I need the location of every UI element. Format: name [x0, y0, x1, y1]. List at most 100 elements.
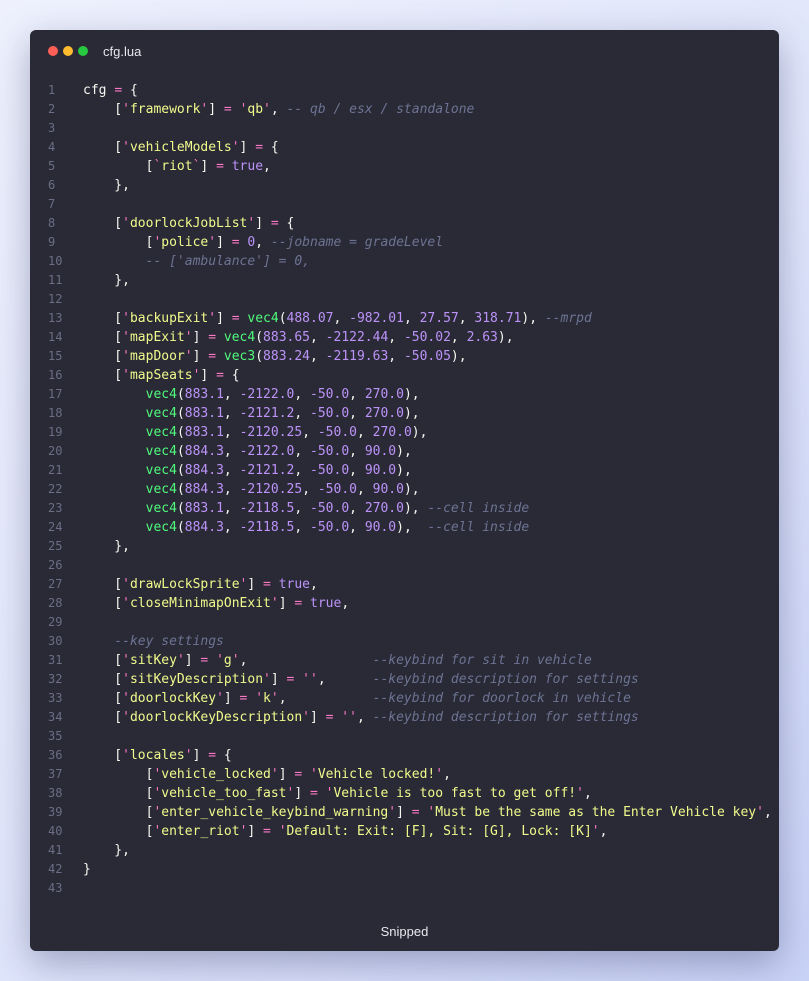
- minimize-dot-icon[interactable]: [63, 46, 73, 56]
- code-token-punc: ]: [294, 786, 310, 801]
- code-token-num: 2.63: [466, 330, 498, 345]
- code-token-str: qb: [247, 102, 264, 117]
- code-token-op: =: [208, 330, 217, 345]
- code-token-num: -2120.25: [239, 482, 303, 497]
- code-token-punc: ]: [192, 330, 209, 345]
- code-token-comment: --mrpd: [544, 311, 592, 326]
- code-token-key: police: [161, 235, 209, 250]
- code-text: cfg = {: [83, 81, 138, 100]
- code-token-comment: --keybind for doorlock in vehicle: [372, 691, 631, 706]
- line-number: 16: [48, 368, 63, 382]
- code-token-punc: ,: [599, 824, 608, 839]
- code-token-punc: ]: [200, 159, 217, 174]
- code-text: ['vehicle_locked'] = 'Vehicle locked!',: [83, 765, 451, 784]
- code-line: 34 ['doorlockKeyDescription'] = '', --ke…: [30, 708, 779, 727]
- code-token-punc: ),: [403, 406, 420, 421]
- code-token-punc: (: [176, 501, 185, 516]
- code-token-punc: ]: [278, 596, 295, 611]
- code-token-op: =: [208, 748, 217, 763]
- maximize-dot-icon[interactable]: [78, 46, 88, 56]
- code-token-num: -2120.25: [239, 425, 303, 440]
- code-line: 13 ['backupExit'] = vec4(488.07, -982.01…: [30, 309, 779, 328]
- code-token-fn: vec4: [145, 425, 177, 440]
- line-number: 7: [48, 197, 56, 211]
- code-token-punc: ]: [278, 767, 295, 782]
- line-number: 8: [48, 216, 56, 230]
- code-token-quote: ': [231, 653, 240, 668]
- code-token-num: -50.0: [310, 444, 350, 459]
- code-token-punc: [302, 596, 310, 611]
- code-token-punc: [232, 102, 240, 117]
- code-token-num: -2119.63: [325, 349, 389, 364]
- line-number: 24: [48, 520, 63, 534]
- code-token-punc: [: [83, 140, 123, 155]
- code-token-num: -2122.0: [239, 387, 295, 402]
- code-text: ['mapSeats'] = {: [83, 366, 239, 385]
- line-number: 18: [48, 406, 63, 420]
- code-token-comment: --cell inside: [427, 520, 530, 535]
- code-token-op: =: [208, 349, 217, 364]
- code-token-fn: vec3: [223, 349, 256, 364]
- code-token-punc: ,: [349, 463, 365, 478]
- line-number: 15: [48, 349, 63, 363]
- code-token-fn: vec4: [145, 463, 177, 478]
- code-token-quote: ': [122, 102, 130, 117]
- code-token-punc: ,: [223, 463, 240, 478]
- code-token-punc: (: [255, 349, 264, 364]
- code-token-punc: }: [83, 862, 91, 877]
- code-token-punc: ]: [309, 710, 326, 725]
- code-token-quote: ': [310, 767, 318, 782]
- line-number: 30: [48, 634, 63, 648]
- code-token-comment: --keybind for sit in vehicle: [372, 653, 592, 668]
- code-token-num: 884.3: [184, 520, 224, 535]
- code-token-key: riot: [161, 159, 193, 174]
- code-text: -- ['ambulance'] = 0,: [83, 252, 310, 271]
- code-token-quote: ': [278, 824, 287, 839]
- code-token-punc: ,: [583, 786, 592, 801]
- code-token-punc: ,: [278, 691, 373, 706]
- code-token-quote: ': [756, 805, 764, 820]
- line-number: 31: [48, 653, 63, 667]
- code-token-key: sitKeyDescription: [129, 672, 264, 687]
- code-token-punc: ,: [310, 330, 326, 345]
- code-token-num: -982.01: [349, 311, 404, 326]
- code-token-quote: ': [122, 140, 130, 155]
- code-token-num: -50.0: [310, 406, 350, 421]
- code-token-punc: [: [83, 159, 154, 174]
- code-token-num: -2122.44: [325, 330, 389, 345]
- code-token-num: 883.65: [263, 330, 311, 345]
- code-token-punc: [208, 653, 216, 668]
- code-token-num: 883.1: [184, 501, 224, 516]
- code-token-punc: [216, 349, 224, 364]
- close-dot-icon[interactable]: [48, 46, 58, 56]
- code-token-key: locales: [129, 748, 185, 763]
- code-line: 24 vec4(884.3, -2118.5, -50.0, 90.0), --…: [30, 518, 779, 537]
- code-token-key: doorlockKeyDescription: [129, 710, 303, 725]
- code-text: vec4(884.3, -2118.5, -50.0, 90.0), --cel…: [83, 518, 530, 537]
- code-token-punc: [: [83, 786, 154, 801]
- code-token-num: 90.0: [364, 463, 397, 478]
- code-token-quote: ': [122, 349, 130, 364]
- line-number: 35: [48, 729, 63, 743]
- code-token-punc: ,: [349, 501, 365, 516]
- code-token-op: =: [263, 577, 271, 592]
- code-text: --key settings: [83, 632, 224, 651]
- code-line: 31 ['sitKey'] = 'g', --keybind for sit i…: [30, 651, 779, 670]
- code-line: 4 ['vehicleModels'] = {: [30, 138, 779, 157]
- code-line: 39 ['enter_vehicle_keybind_warning'] = '…: [30, 803, 779, 822]
- code-token-punc: (: [278, 311, 287, 326]
- code-token-punc: ]: [247, 577, 264, 592]
- code-token-punc: ,: [302, 425, 318, 440]
- code-token-op: =: [263, 824, 271, 839]
- code-token-str: k: [263, 691, 271, 706]
- code-token-num: 488.07: [286, 311, 334, 326]
- code-line: 10 -- ['ambulance'] = 0,: [30, 252, 779, 271]
- code-token-num: -50.05: [403, 349, 451, 364]
- code-token-num: 883.1: [184, 387, 224, 402]
- code-text: ['mapDoor'] = vec3(883.24, -2119.63, -50…: [83, 347, 466, 366]
- code-token-punc: [83, 425, 146, 440]
- code-token-punc: },: [83, 273, 130, 288]
- code-token-quote: ': [576, 786, 584, 801]
- line-number: 26: [48, 558, 63, 572]
- code-token-punc: ]: [208, 102, 224, 117]
